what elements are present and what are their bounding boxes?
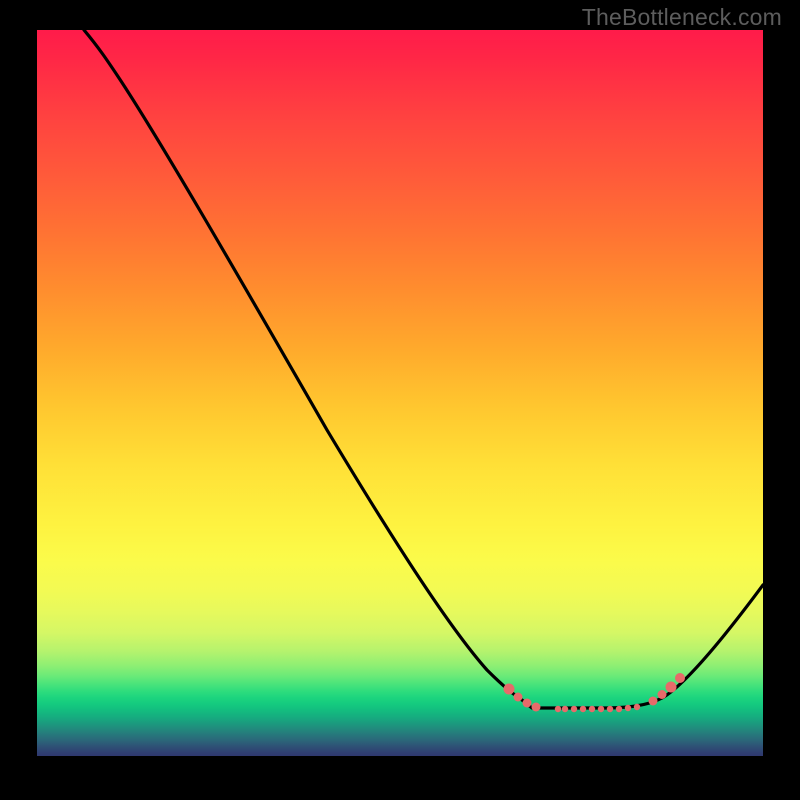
plot-area bbox=[37, 30, 763, 756]
watermark-text: TheBottleneck.com bbox=[582, 4, 782, 31]
y-axis bbox=[29, 30, 37, 756]
x-axis bbox=[37, 756, 763, 764]
heat-gradient bbox=[37, 30, 763, 756]
chart-container: TheBottleneck.com bbox=[0, 0, 800, 800]
